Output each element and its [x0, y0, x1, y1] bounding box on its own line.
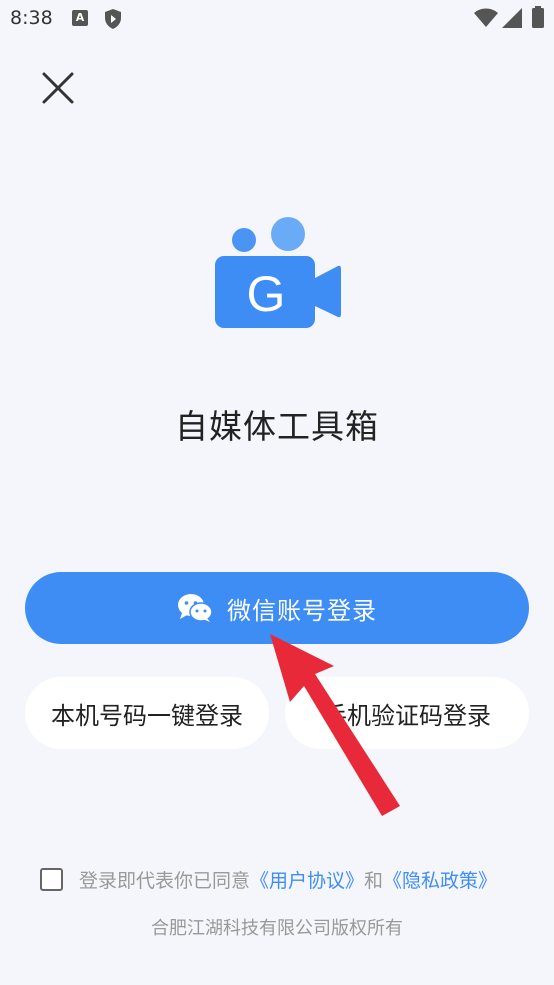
- wechat-icon: [178, 594, 213, 622]
- agreement-and: 和: [364, 869, 384, 892]
- agreement-prefix: 登录即代表你已同意: [79, 869, 251, 892]
- app-logo-icon: G: [215, 217, 341, 328]
- onekey-login-button[interactable]: 本机号码一键登录: [25, 677, 269, 749]
- close-button[interactable]: [38, 68, 78, 108]
- signal-icon: [502, 8, 522, 28]
- wechat-login-button[interactable]: 微信账号登录: [25, 572, 529, 644]
- battery-icon: [532, 6, 544, 28]
- status-bar: 8:38 A: [0, 0, 554, 40]
- notification-a-icon: A: [72, 10, 88, 26]
- status-time: 8:38: [10, 7, 53, 29]
- agreement-row: 登录即代表你已同意 《用户协议》 和 《隐私政策》: [40, 864, 497, 894]
- agreement-checkbox[interactable]: [40, 867, 63, 891]
- wechat-login-label: 微信账号登录: [227, 596, 377, 625]
- sms-login-button[interactable]: 手机验证码登录: [285, 677, 529, 749]
- user-agreement-link[interactable]: 《用户协议》: [250, 866, 364, 893]
- logo-letter: G: [247, 266, 286, 322]
- app-title: 自媒体工具箱: [175, 407, 379, 446]
- privacy-policy-link[interactable]: 《隐私政策》: [383, 866, 497, 893]
- copyright-text: 合肥江湖科技有限公司版权所有: [151, 918, 403, 939]
- close-icon: [42, 72, 74, 104]
- shield-icon: [105, 9, 121, 29]
- wifi-icon: [474, 8, 498, 27]
